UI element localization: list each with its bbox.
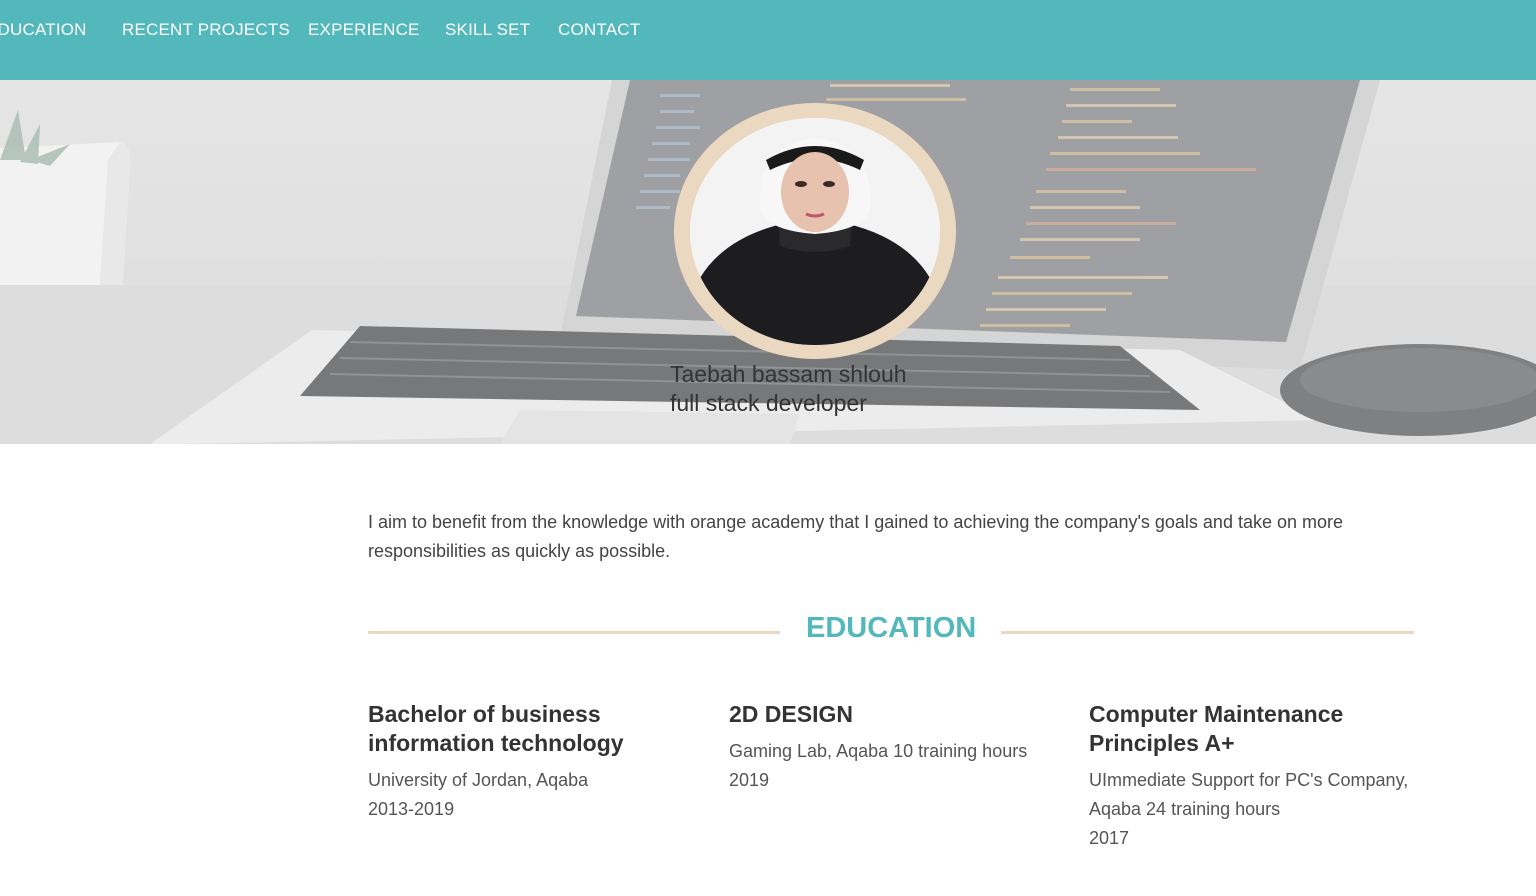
section-divider-left [368, 631, 780, 634]
profile-photo-illustration [690, 118, 940, 345]
nav-link-contact[interactable]: CONTACT [558, 20, 640, 40]
education-item: Bachelor of business information technol… [368, 700, 698, 824]
education-section-title: EDUCATION [806, 612, 977, 644]
education-item-detail: Gaming Lab, Aqaba 10 training hours [729, 741, 1028, 761]
nav-link-recent-projects[interactable]: RECENT PROJECTS [122, 20, 290, 40]
education-item-year: 2019 [729, 770, 770, 790]
hero-banner: Taebah bassam shlouh full stack develope… [0, 80, 1536, 444]
objective-text: I aim to benefit from the knowledge with… [368, 512, 1344, 561]
education-item: Computer Maintenance Principles A+ UImme… [1089, 700, 1419, 853]
education-item-title: Bachelor of business information technol… [368, 701, 624, 756]
top-navigation: EDUCATION RECENT PROJECTS EXPERIENCE SKI… [0, 0, 1536, 80]
profile-photo [690, 118, 940, 345]
education-item-year: 2017 [1089, 828, 1130, 848]
nav-link-skill-set[interactable]: SKILL SET [445, 20, 530, 40]
education-item: 2D DESIGN Gaming Lab, Aqaba 10 training … [729, 700, 1059, 795]
education-item-detail: UImmediate Support for PC's Company, Aqa… [1089, 770, 1409, 819]
education-item-detail: University of Jordan, Aqaba [368, 770, 589, 790]
education-item-title: Computer Maintenance Principles A+ [1089, 701, 1344, 756]
nav-link-education[interactable]: EDUCATION [0, 20, 87, 40]
profile-name: Taebah bassam shlouh [670, 361, 907, 387]
profile-role: full stack developer [670, 390, 867, 416]
section-divider-right [1001, 631, 1414, 634]
nav-link-experience[interactable]: EXPERIENCE [308, 20, 420, 40]
education-item-year: 2013-2019 [368, 799, 455, 819]
education-item-title: 2D DESIGN [729, 701, 853, 727]
